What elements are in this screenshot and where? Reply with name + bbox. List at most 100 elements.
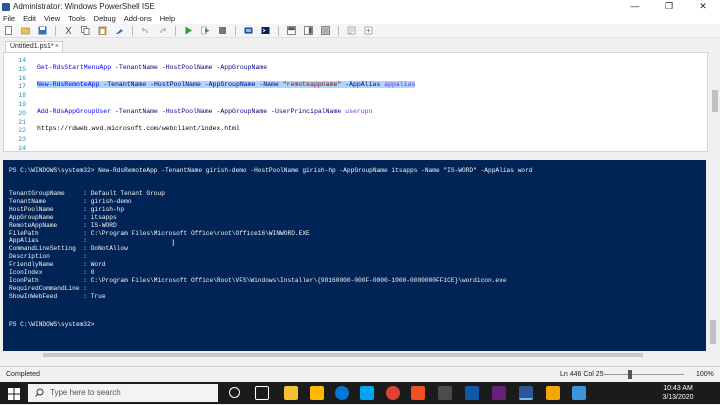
edge-icon[interactable] [335, 386, 349, 400]
console-output-line: IconPath : C:\Program Files\Microsoft Of… [9, 276, 507, 284]
taskbar-search-box[interactable]: Type here to search [28, 384, 218, 402]
zoom-level: 100% [696, 371, 714, 378]
close-button[interactable]: ✕ [686, 0, 720, 13]
code-line: New-RdsRemoteApp -TenantName -HostPoolNa… [37, 81, 416, 89]
parameter-token: -TenantName -HostPoolName -AppGroupName … [111, 107, 346, 115]
visual-studio-icon[interactable] [492, 386, 506, 400]
menu-view[interactable]: View [44, 14, 60, 23]
store-icon[interactable] [360, 386, 374, 400]
console-scroll-thumb[interactable] [710, 320, 716, 344]
start-powershell-icon[interactable] [261, 26, 270, 35]
cortana-icon[interactable] [229, 387, 240, 398]
cursor-position: Ln 446 Col 25 [560, 371, 604, 378]
menu-edit[interactable]: Edit [23, 14, 36, 23]
run-selection-icon[interactable] [201, 26, 210, 35]
tab-close-icon[interactable]: × [55, 42, 59, 52]
toolbar-separator [235, 25, 236, 36]
run-script-icon[interactable] [184, 26, 193, 35]
console-output-line: TenantGroupName : Default Tenant Group [9, 190, 165, 197]
new-file-icon[interactable] [4, 26, 13, 35]
line-number: 20 [18, 109, 26, 117]
menu-help[interactable]: Help [160, 14, 175, 23]
console-output-line: ShowInWebFeed : True [9, 292, 106, 300]
code-line: Add-RdsAppGroupUser -TenantName -HostPoo… [37, 108, 372, 115]
clear-console-icon[interactable] [115, 26, 124, 35]
search-icon [35, 388, 44, 397]
console-output-line: IconIndex : 0 [9, 269, 95, 276]
cut-icon[interactable] [64, 26, 73, 35]
save-icon[interactable] [38, 26, 47, 35]
script-editor[interactable]: 14 15 16 17 18 19 20 21 22 23 24 Get-RdsStartMenuA… [3, 52, 708, 152]
tab-untitled1[interactable]: Untitled1.ps1* × [5, 41, 63, 52]
tab-label: Untitled1.ps1* [10, 43, 54, 50]
console-output-line: HostPoolName : girish-hp [9, 205, 125, 213]
show-command-window-icon[interactable] [347, 26, 356, 35]
stop-icon[interactable] [218, 26, 227, 35]
show-script-pane-right-icon[interactable] [304, 26, 313, 35]
line-number: 15 [18, 65, 26, 73]
clock-date[interactable]: 3/13/2020 [658, 394, 698, 401]
console-prompt: PS C:\WINDOWS\system32> [9, 321, 95, 328]
status-text: Completed [6, 371, 40, 378]
file-explorer-icon[interactable] [284, 386, 298, 400]
zoom-slider-track[interactable] [604, 374, 684, 375]
show-script-pane-top-icon[interactable] [287, 26, 296, 35]
cmdlet-token: Add-RdsAppGroupUser [37, 107, 112, 115]
undo-icon[interactable] [141, 26, 150, 35]
remote-powershell-icon[interactable] [244, 26, 253, 35]
menu-bar: File Edit View Tools Debug Add-ons Help [0, 13, 720, 24]
chrome-icon[interactable] [386, 386, 400, 400]
windows-start-icon[interactable] [8, 387, 20, 400]
line-number: 21 [18, 118, 26, 126]
toolbar [0, 24, 720, 38]
menu-tools[interactable]: Tools [68, 14, 86, 23]
app-icon[interactable] [572, 386, 586, 400]
paint-icon[interactable] [546, 386, 560, 400]
show-script-pane-max-icon[interactable] [321, 26, 330, 35]
editor-vertical-scrollbar[interactable] [710, 52, 720, 152]
menu-addons[interactable]: Add-ons [124, 14, 152, 23]
console-command-line: PS C:\WINDOWS\system32> New-RdsRemoteApp… [9, 167, 533, 174]
toolbar-separator [175, 25, 176, 36]
pane-splitter[interactable] [0, 152, 720, 160]
redo-icon[interactable] [158, 26, 167, 35]
office-icon[interactable] [411, 386, 425, 400]
toolbar-separator [132, 25, 133, 36]
console-pane[interactable]: PS C:\WINDOWS\system32> New-RdsRemoteApp… [3, 160, 706, 351]
code-line: Get-RdsStartMenuApp -TenantName -HostPoo… [37, 64, 267, 71]
cmdlet-token: New-RdsRemoteApp [37, 81, 100, 89]
console-output-line: FriendlyName : Word [9, 261, 106, 269]
argument-token: userupn [345, 107, 373, 115]
powershell-ise-taskbar-icon[interactable] [519, 386, 533, 400]
cmdlet-token: Get-RdsStartMenuApp [37, 63, 112, 71]
show-command-addon-icon[interactable] [364, 26, 373, 35]
minimize-button[interactable]: — [618, 0, 652, 13]
argument-token: appalias [384, 81, 416, 89]
snip-icon[interactable] [438, 386, 452, 400]
line-number: 14 [18, 57, 26, 64]
menu-file[interactable]: File [3, 14, 15, 23]
toolbar-separator [338, 25, 339, 36]
paste-icon[interactable] [98, 26, 107, 35]
string-token: "remoteappname" [282, 81, 342, 89]
console-horizontal-scrollbar[interactable] [3, 351, 708, 359]
task-view-icon[interactable] [255, 386, 269, 400]
copy-icon[interactable] [81, 26, 90, 35]
console-output-line: AppGroupName : itsapps [9, 213, 117, 221]
editor-scroll-thumb[interactable] [712, 90, 718, 112]
line-number: 23 [18, 136, 26, 144]
menu-debug[interactable]: Debug [94, 14, 116, 23]
zoom-slider-knob[interactable] [628, 370, 632, 379]
mail-icon[interactable] [310, 386, 324, 400]
powershell-taskbar-icon[interactable] [465, 386, 479, 400]
script-tab-strip: Untitled1.ps1* × [0, 38, 720, 52]
console-output-line: Description : [9, 253, 87, 261]
console-output-line: AppAlias : [9, 237, 87, 245]
open-folder-icon[interactable] [21, 26, 30, 35]
toolbar-separator [278, 25, 279, 36]
hscroll-thumb[interactable] [43, 353, 643, 357]
parameter-token: -TenantName -HostPoolName -AppGroupName … [99, 81, 283, 89]
console-vertical-scrollbar[interactable] [708, 160, 718, 351]
maximize-button[interactable]: ❐ [652, 0, 686, 13]
clock-time[interactable]: 10:43 AM [658, 385, 698, 392]
